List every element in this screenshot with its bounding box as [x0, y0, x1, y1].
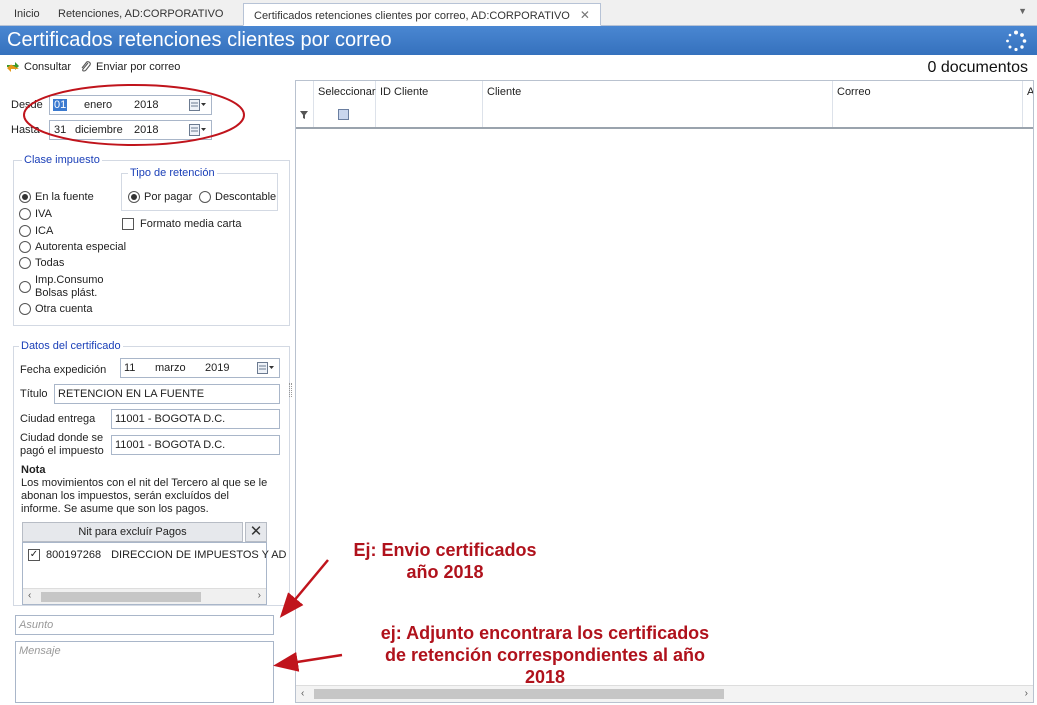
page-title: Certificados retenciones clientes por co…	[7, 29, 392, 51]
mensaje-textarea[interactable]: Mensaje	[15, 641, 274, 703]
tab-retenciones[interactable]: Retenciones, AD:CORPORATIVO	[48, 3, 233, 26]
tipo-retencion-title: Tipo de retención	[128, 167, 217, 179]
column-correo[interactable]: Correo	[833, 81, 1023, 127]
nit-number: 800197268	[46, 549, 102, 561]
radio-descontable[interactable]: Descontable	[199, 191, 276, 203]
loading-spinner-icon	[1006, 30, 1027, 52]
app-window: Inicio Retenciones, AD:CORPORATIVO Certi…	[0, 0, 1037, 705]
column-seleccionar[interactable]: Seleccionar	[314, 81, 376, 127]
radio-iva[interactable]: IVA	[19, 208, 52, 220]
tab-certificados-label: Certificados retenciones clientes por co…	[254, 10, 570, 22]
select-all-checkbox[interactable]	[338, 109, 349, 120]
consultar-label: Consultar	[24, 61, 72, 73]
radio-autorenta[interactable]: Autorenta especial	[19, 241, 126, 253]
radio-circle	[199, 191, 211, 203]
tab-strip: Inicio Retenciones, AD:CORPORATIVO Certi…	[0, 0, 1037, 26]
ciudad-entrega-label: Ciudad entrega	[20, 413, 96, 425]
radio-label: Por pagar	[144, 191, 193, 203]
radio-circle	[19, 208, 31, 220]
radio-imp-consumo[interactable]: Imp.Consumo Bolsas plást.	[19, 274, 103, 300]
fecha-month: marzo	[155, 362, 186, 374]
ciudad-pago-label: Ciudad donde se pagó el impuesto	[20, 432, 104, 457]
ciudad-entrega-input[interactable]: 11001 - BOGOTA D.C.	[111, 409, 280, 429]
close-tab-icon[interactable]: ✕	[580, 8, 590, 22]
datos-certificado-title: Datos del certificado	[19, 340, 123, 352]
asunto-input[interactable]: Asunto	[15, 615, 274, 635]
radio-circle	[19, 303, 31, 315]
radio-label: Imp.Consumo Bolsas plást.	[35, 274, 104, 299]
column-truncated[interactable]: A	[1023, 81, 1033, 127]
radio-circle	[19, 281, 31, 293]
column-cliente[interactable]: Cliente	[483, 81, 833, 127]
panel-splitter[interactable]	[289, 383, 292, 397]
radio-en-la-fuente[interactable]: En la fuente	[19, 191, 94, 203]
fecha-day: 11	[124, 362, 136, 374]
nota-title: Nota	[21, 464, 46, 476]
fecha-expedicion-picker[interactable]: 11 marzo 2019	[120, 358, 280, 378]
checkbox-box	[122, 218, 134, 230]
remove-nit-button[interactable]: ✕	[245, 522, 267, 542]
radio-circle	[128, 191, 140, 203]
radio-circle	[19, 191, 31, 203]
radio-circle	[19, 225, 31, 237]
calendar-dropdown-icon[interactable]	[257, 362, 275, 374]
radio-label: Otra cuenta	[35, 303, 93, 315]
radio-label: IVA	[35, 208, 52, 220]
enviar-correo-button[interactable]: Enviar por correo	[79, 60, 180, 74]
titulo-input[interactable]: RETENCION EN LA FUENTE	[54, 384, 280, 404]
annotation-mensaje: ej: Adjunto encontrara los certificados d…	[380, 623, 710, 687]
paperclip-icon	[81, 61, 91, 72]
checkbox-checked-icon[interactable]: ✓	[28, 549, 40, 561]
radio-todas[interactable]: Todas	[19, 257, 64, 269]
tab-menu-chevron-icon[interactable]: ▼	[1018, 6, 1027, 16]
radio-label: Descontable	[215, 191, 277, 203]
tab-certificados[interactable]: Certificados retenciones clientes por co…	[243, 3, 601, 26]
filter-icon[interactable]	[300, 111, 308, 119]
grid-header: Seleccionar ID Cliente Cliente Correo A	[296, 81, 1033, 129]
fecha-expedicion-label: Fecha expedición	[20, 364, 107, 376]
refresh-icon	[7, 62, 19, 72]
checkbox-label: Formato media carta	[140, 218, 242, 230]
radio-circle	[19, 257, 31, 269]
results-grid[interactable]: Seleccionar ID Cliente Cliente Correo A …	[295, 80, 1034, 703]
radio-circle	[19, 241, 31, 253]
scroll-right-icon[interactable]: ›	[258, 590, 261, 601]
horizontal-scrollbar[interactable]: ‹ ›	[23, 588, 266, 604]
nit-excluir-header[interactable]: Nit para excluír Pagos	[22, 522, 243, 542]
enviar-label: Enviar por correo	[96, 61, 181, 73]
ciudad-pago-input[interactable]: 11001 - BOGOTA D.C.	[111, 435, 280, 455]
scroll-left-icon[interactable]: ‹	[28, 590, 31, 601]
radio-otra-cuenta[interactable]: Otra cuenta	[19, 303, 92, 315]
nit-name: DIRECCION DE IMPUESTOS Y AD	[111, 549, 287, 561]
scroll-right-icon[interactable]: ›	[1025, 688, 1028, 699]
nota-text: Los movimientos con el nit del Tercero a…	[21, 477, 268, 515]
radio-label: Todas	[35, 257, 65, 269]
radio-por-pagar[interactable]: Por pagar	[128, 191, 192, 203]
radio-label: ICA	[35, 225, 54, 237]
formato-media-carta-checkbox[interactable]: Formato media carta	[122, 218, 241, 230]
clase-impuesto-title: Clase impuesto	[22, 154, 102, 166]
radio-label: Autorenta especial	[35, 241, 127, 253]
scroll-thumb[interactable]	[41, 592, 201, 602]
toolbar: Consultar Enviar por correo 0 documentos	[0, 56, 1037, 80]
column-label: Seleccionar	[318, 86, 376, 98]
filter-column	[296, 81, 314, 127]
column-id-cliente[interactable]: ID Cliente	[376, 81, 483, 127]
radio-label: En la fuente	[35, 191, 94, 203]
tab-inicio[interactable]: Inicio	[4, 3, 50, 26]
titulo-label: Título	[20, 388, 48, 400]
annotation-asunto: Ej: Envio certificados año 2018	[353, 540, 537, 582]
scroll-left-icon[interactable]: ‹	[301, 688, 304, 699]
document-count: 0 documentos	[927, 59, 1028, 76]
nit-excluir-list[interactable]: ✓ 800197268 DIRECCION DE IMPUESTOS Y AD …	[22, 542, 287, 605]
consultar-button[interactable]: Consultar	[5, 60, 71, 74]
title-bar: Certificados retenciones clientes por co…	[0, 26, 1037, 55]
highlight-ellipse	[23, 84, 245, 146]
list-item[interactable]: ✓ 800197268 DIRECCION DE IMPUESTOS Y AD	[28, 549, 287, 561]
scroll-thumb[interactable]	[314, 689, 724, 699]
radio-ica[interactable]: ICA	[19, 225, 53, 237]
fecha-year: 2019	[205, 362, 230, 374]
